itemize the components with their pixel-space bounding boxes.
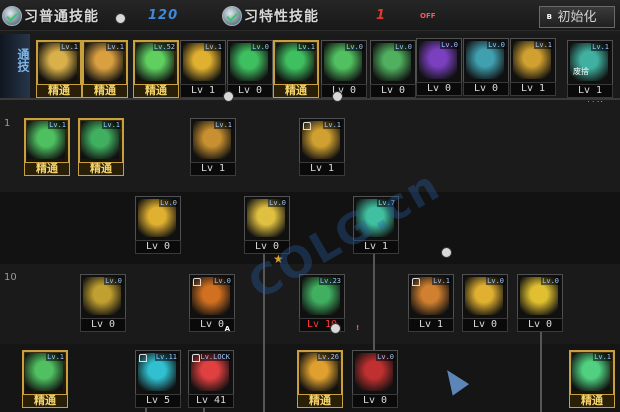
skill-mini-level: Lv.1 bbox=[204, 43, 223, 51]
skill-level: Lv 5 bbox=[135, 394, 181, 408]
check-icon bbox=[2, 6, 22, 26]
skill-level: Lv 0 bbox=[517, 318, 563, 332]
skill-hotkey-mark: A bbox=[224, 325, 230, 333]
skill-header: 习普通技能 120 习特性技能 1 初始化 bbox=[0, 0, 620, 31]
skill-level: Lv 0 bbox=[244, 240, 290, 254]
skill-level: Lv 0 bbox=[321, 84, 367, 98]
skill-level: Lv 0 bbox=[352, 394, 398, 408]
clock-icon bbox=[223, 91, 234, 102]
row-number: 10 bbox=[4, 272, 17, 283]
clock-icon bbox=[441, 247, 452, 258]
skill-level: Lv 1 bbox=[299, 162, 345, 176]
skill-level: 精通 bbox=[133, 84, 179, 98]
tree-row-band bbox=[0, 192, 620, 264]
skill-mini-level: Lv.1 bbox=[593, 353, 612, 361]
equip-side-tab[interactable]: 通技 bbox=[0, 34, 30, 98]
skill-mini-level: Lv.0 bbox=[268, 199, 287, 207]
lock-icon bbox=[139, 354, 147, 362]
skill-mini-level: Lv.26 bbox=[316, 353, 340, 361]
skill-badge: ! bbox=[356, 324, 360, 332]
skill-mini-level: Lv.1 bbox=[214, 121, 233, 129]
lock-icon bbox=[412, 278, 420, 286]
skill-level: Lv 0 bbox=[80, 318, 126, 332]
skill-mini-level: Lv.1 bbox=[591, 43, 610, 51]
skill-level: Lv 0 bbox=[416, 82, 462, 96]
skill-level: Lv 0 bbox=[463, 82, 509, 96]
skill-mini-level: Lv.0 bbox=[486, 277, 505, 285]
skill-mini-level: Lv.1 bbox=[102, 121, 121, 129]
skill-mini-level: Lv.0 bbox=[213, 277, 232, 285]
skill-level: 精通 bbox=[273, 84, 319, 98]
skill-badge: OFF bbox=[420, 12, 436, 20]
skill-mini-level: Lv.1 bbox=[297, 43, 316, 51]
skill-level: 精通 bbox=[22, 394, 68, 408]
skill-mini-level: Lv.0 bbox=[251, 43, 270, 51]
skill-level: 精通 bbox=[569, 394, 615, 408]
skill-mini-level: Lv.0 bbox=[345, 43, 364, 51]
general-skill-points: 120 bbox=[148, 8, 179, 23]
skill-mini-level: Lv.1 bbox=[60, 43, 79, 51]
lock-icon bbox=[303, 122, 311, 130]
skill-mini-level: Lv.1 bbox=[534, 41, 553, 49]
row-number: 1 bbox=[4, 118, 11, 129]
skill-level: 精通 bbox=[24, 162, 70, 176]
skill-level: Lv 41 bbox=[188, 394, 234, 408]
skill-level: 精通 bbox=[78, 162, 124, 176]
skill-mini-level: Lv.1 bbox=[46, 353, 65, 361]
tree-connector-line bbox=[540, 326, 542, 412]
skill-level: Lv 0 bbox=[462, 318, 508, 332]
skill-level: Lv 1 bbox=[180, 84, 226, 98]
skill-mini-level: Lv.23 bbox=[318, 277, 342, 285]
skill-mini-level: Lv.0 bbox=[104, 277, 123, 285]
skill-mini-level: Lv.LOCK bbox=[199, 353, 231, 361]
clock-icon bbox=[332, 91, 343, 102]
skill-mini-level: Lv.1 bbox=[48, 121, 67, 129]
check-icon bbox=[222, 6, 242, 26]
special-skills-tab[interactable]: 习特性技能 bbox=[222, 5, 319, 27]
skill-level: Lv 1 bbox=[353, 240, 399, 254]
skill-mini-level: Lv.0 bbox=[159, 199, 178, 207]
skill-mini-level: Lv.1 bbox=[432, 277, 451, 285]
skill-level: 精通 bbox=[297, 394, 343, 408]
skill-mini-level: Lv.0 bbox=[394, 43, 413, 51]
divider bbox=[0, 98, 620, 100]
skill-level: Lv 1 bbox=[567, 84, 613, 98]
clock-icon bbox=[330, 323, 341, 334]
skill-level: Lv 1 bbox=[510, 82, 556, 96]
general-skills-tab[interactable]: 习普通技能 bbox=[2, 5, 99, 27]
tree-connector-line bbox=[373, 250, 375, 350]
skill-level: Lv 0 bbox=[135, 240, 181, 254]
skill-mini-level: Lv.0 bbox=[541, 277, 560, 285]
skill-mini-level: Lv.1 bbox=[106, 43, 125, 51]
skill-hotkey-mark: B bbox=[546, 13, 552, 21]
skill-mini-level: Lv.0 bbox=[440, 41, 459, 49]
skill-mini-level: Lv.0 bbox=[376, 353, 395, 361]
clock-icon bbox=[115, 13, 126, 24]
special-skill-points: 1 bbox=[376, 8, 387, 23]
skill-level: Lv 1 bbox=[190, 162, 236, 176]
skill-sub-label: 废捨 bbox=[573, 67, 589, 76]
skill-level: Lv 0 bbox=[370, 84, 416, 98]
equip-side-label: 通技 bbox=[16, 48, 30, 72]
skill-level: Lv 1 bbox=[408, 318, 454, 332]
skill-mini-level: Lv.52 bbox=[152, 43, 176, 51]
tree-connector-line bbox=[263, 248, 265, 412]
skill-mini-level: Lv.0 bbox=[487, 41, 506, 49]
skill-mini-level: Lv.11 bbox=[154, 353, 178, 361]
skill-window: 习普通技能 120 习特性技能 1 初始化 通技 Lv.1 精通 Lv.1 精通 Lv.… bbox=[0, 0, 620, 412]
special-skills-label: 习特性技能 bbox=[244, 9, 319, 25]
lock-icon bbox=[192, 354, 200, 362]
skill-level: 精通 bbox=[82, 84, 128, 98]
skill-level: 精通 bbox=[36, 84, 82, 98]
equipped-skill-bar: 通技 Lv.1 精通 Lv.1 精通 Lv.52 精通 Lv.1 Lv 1 Lv.0 Lv 0 Lv… bbox=[0, 12, 620, 113]
lock-icon bbox=[193, 278, 201, 286]
general-skills-label: 习普通技能 bbox=[24, 9, 99, 25]
skill-mini-level: Lv.1 bbox=[323, 121, 342, 129]
star-icon: ★ bbox=[273, 252, 284, 266]
skill-mini-level: Lv.7 bbox=[377, 199, 396, 207]
